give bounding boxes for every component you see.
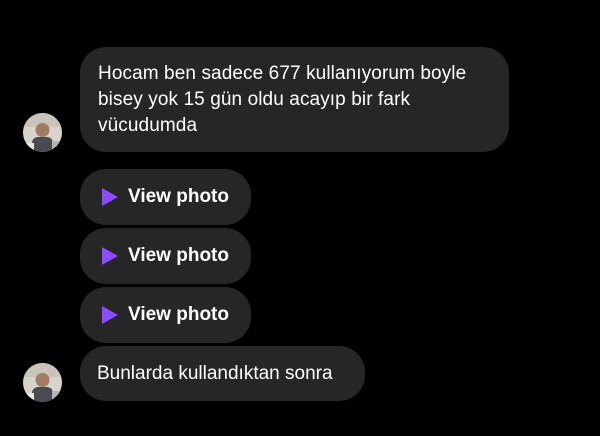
view-photo-label: View photo bbox=[128, 304, 229, 325]
play-icon bbox=[102, 247, 118, 265]
message-bubble[interactable]: Bunlarda kullandıktan sonra bbox=[80, 346, 365, 401]
view-photo-button[interactable]: View photo bbox=[80, 228, 251, 284]
avatar-image bbox=[23, 113, 62, 152]
avatar-image bbox=[23, 363, 62, 402]
avatar[interactable] bbox=[23, 113, 62, 152]
avatar[interactable] bbox=[23, 363, 62, 402]
play-icon bbox=[102, 306, 118, 324]
play-icon bbox=[102, 188, 118, 206]
view-photo-label: View photo bbox=[128, 186, 229, 207]
message-text: Hocam ben sadece 677 kullanıyorum boyle … bbox=[98, 63, 467, 136]
view-photo-button[interactable]: View photo bbox=[80, 287, 251, 343]
view-photo-button[interactable]: View photo bbox=[80, 169, 251, 225]
view-photo-label: View photo bbox=[128, 245, 229, 266]
message-bubble[interactable]: Hocam ben sadece 677 kullanıyorum boyle … bbox=[80, 47, 509, 152]
message-text: Bunlarda kullandıktan sonra bbox=[97, 362, 333, 384]
